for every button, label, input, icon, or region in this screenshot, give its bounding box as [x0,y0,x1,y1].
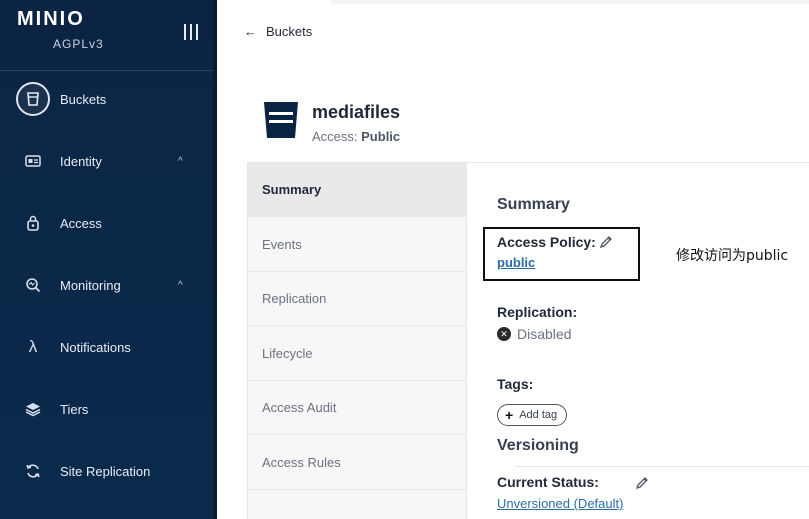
replication-label: Replication: [497,304,578,320]
sync-icon [24,462,42,480]
tab-access-audit[interactable]: Access Audit [248,381,467,435]
license-label: AGPLv3 [53,37,104,51]
current-status-label: Current Status: [497,474,599,490]
monitor-search-icon [24,276,42,294]
back-label: Buckets [266,24,313,39]
tab-events[interactable]: Events [248,218,467,272]
versioning-title: Versioning [497,437,579,454]
sidebar-item-tiers[interactable]: Tiers [0,389,213,429]
lambda-icon: λ [28,337,38,356]
sidebar-item-label: Identity [60,153,102,169]
disabled-x-icon: ✕ [497,327,511,341]
lock-icon [24,214,42,232]
bucket-icon [24,90,42,108]
bucket-name: mediafiles [312,102,401,122]
tab-summary[interactable]: Summary [248,163,467,217]
sidebar-item-label: Tiers [60,401,89,417]
sidebar-item-site-replication[interactable]: Site Replication [0,451,213,491]
sidebar: MINIO AGPLv3 Buckets Identity ^ Access M… [0,0,213,519]
tab-lifecycle[interactable]: Lifecycle [248,327,467,381]
section-divider [515,466,809,467]
arrow-left-icon: ← [244,24,257,39]
identity-card-icon [24,152,42,170]
edit-versioning-icon[interactable] [634,475,650,491]
plus-icon: + [505,407,514,423]
bucket-access-prefix: Access: [312,129,358,144]
current-status-value[interactable]: Unversioned (Default) [497,496,623,511]
sidebar-item-notifications[interactable]: λ Notifications [0,327,213,367]
bucket-large-icon [262,100,300,140]
sidebar-item-label: Site Replication [60,463,151,479]
replication-value: Disabled [517,326,572,342]
bucket-tabs: Summary Events Replication Lifecycle Acc… [248,163,467,519]
add-tag-button[interactable]: + Add tag [497,404,568,426]
tab-replication[interactable]: Replication [248,272,467,326]
sidebar-item-buckets[interactable]: Buckets [0,79,213,119]
sidebar-divider [0,70,213,71]
chevron-up-icon[interactable]: ^ [178,280,183,291]
tags-label: Tags: [497,376,534,392]
layers-icon [24,400,42,418]
sidebar-item-label: Buckets [60,91,107,107]
bucket-access-value: Public [361,129,401,144]
sidebar-item-access[interactable]: Access [0,203,213,243]
back-to-buckets-link[interactable]: ← Buckets [244,24,312,39]
sidebar-item-label: Monitoring [60,277,121,293]
bucket-access: Access: Public [312,129,400,144]
tab-access-rules[interactable]: Access Rules [248,436,467,490]
sidebar-item-label: Notifications [60,339,131,355]
minio-logo: MINIO [17,8,85,30]
add-tag-label: Add tag [519,409,558,421]
summary-title: Summary [497,196,570,213]
replication-status: ✕ Disabled [497,326,571,342]
collapse-sidebar-icon[interactable] [184,24,198,40]
sidebar-item-monitoring[interactable]: Monitoring ^ [0,265,213,305]
sidebar-item-identity[interactable]: Identity ^ [0,141,213,181]
chevron-up-icon[interactable]: ^ [178,156,183,167]
highlight-box [483,227,640,281]
top-bar-strip [331,0,809,4]
sidebar-item-label: Access [60,215,102,231]
annotation-text: 修改访问为public [676,248,789,264]
